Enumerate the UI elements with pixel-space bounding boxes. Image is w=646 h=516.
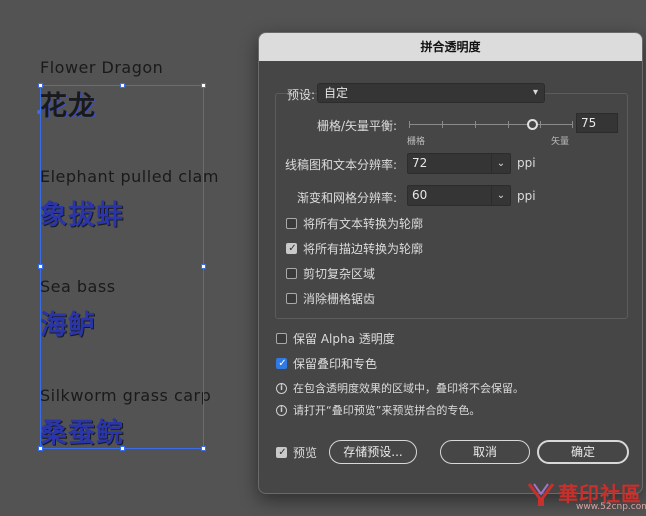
checkmark-icon: ✓: [278, 357, 287, 369]
checkbox-preserve-overprint[interactable]: ✓ 保留叠印和专色: [276, 355, 377, 371]
preset-value: 自定: [324, 86, 349, 100]
balance-slider-track[interactable]: [409, 119, 573, 130]
checkbox-preview[interactable]: ✓ 预览: [276, 444, 317, 460]
selection-handle-bottom-left[interactable]: [38, 446, 43, 451]
line-art-resolution-combo[interactable]: 72 ⌄: [407, 153, 511, 174]
gradient-resolution-combo[interactable]: 60 ⌄: [407, 185, 511, 206]
selection-handle-top-center[interactable]: [120, 83, 125, 88]
selection-handle-bottom-right[interactable]: [201, 446, 206, 451]
checkbox-label: 保留 Alpha 透明度: [293, 331, 395, 346]
slider-tick: [540, 121, 541, 128]
checkbox-convert-text-outlines[interactable]: 将所有文本转换为轮廓: [286, 215, 423, 231]
slider-tick: [409, 121, 410, 128]
gradient-resolution-value: 60: [412, 188, 428, 202]
line-art-unit: ppi: [517, 156, 536, 170]
label-flower-dragon-en: Flower Dragon: [40, 58, 164, 77]
selection-handle-middle-right[interactable]: [201, 264, 206, 269]
watermark-url: www.52cnp.com: [576, 502, 646, 512]
balance-slider-knob[interactable]: [527, 119, 538, 130]
anchor-point: [37, 110, 41, 114]
info-icon: [276, 382, 287, 394]
checkbox-label: 将所有描边转换为轮廓: [303, 241, 424, 256]
slider-tick: [508, 121, 509, 128]
gradient-unit: ppi: [517, 189, 536, 203]
balance-label: 栅格/矢量平衡:: [317, 119, 398, 133]
chevron-down-icon: ▾: [532, 87, 538, 98]
checkbox-box[interactable]: [286, 267, 297, 279]
checkbox-box[interactable]: ✓: [276, 357, 287, 369]
selection-handle-bottom-center[interactable]: [120, 446, 125, 451]
selection-bounding-box[interactable]: [40, 85, 204, 449]
selection-handle-middle-left[interactable]: [38, 264, 43, 269]
checkbox-label: 保留叠印和专色: [293, 356, 378, 371]
checkbox-box[interactable]: [286, 217, 297, 229]
watermark-logo-icon: [527, 483, 555, 506]
checkbox-label: 将所有文本转换为轮廓: [303, 216, 424, 231]
checkbox-box[interactable]: [276, 332, 287, 344]
checkbox-antialias-rasters[interactable]: 消除栅格锯齿: [286, 290, 375, 306]
checkbox-label: 预览: [293, 445, 318, 460]
watermark: 華印社區 www.52cnp.com: [526, 478, 646, 514]
checkbox-label: 剪切复杂区域: [303, 266, 376, 281]
info-text: 请打开“叠印预览”来预览拼合的专色。: [293, 404, 481, 417]
checkbox-box[interactable]: ✓: [276, 446, 287, 458]
chevron-down-icon[interactable]: ⌄: [491, 154, 510, 173]
save-preset-button[interactable]: 存储预设...: [329, 440, 417, 464]
balance-right-label: 矢量: [551, 137, 570, 147]
checkmark-icon: ✓: [288, 242, 297, 254]
info-icon: [276, 404, 287, 416]
balance-left-label: 栅格: [407, 137, 426, 147]
chevron-down-icon[interactable]: ⌄: [491, 186, 510, 205]
info-text: 在包含透明度效果的区域中，叠印将不会保留。: [293, 382, 524, 395]
info-preview-note: 请打开“叠印预览”来预览拼合的专色。: [276, 402, 480, 418]
balance-value-input[interactable]: 75: [576, 113, 618, 133]
selection-handle-top-right[interactable]: [201, 83, 206, 88]
slider-tick: [572, 121, 573, 128]
flatten-transparency-dialog: 拼合透明度 预设: 自定 ▾ 栅格/矢量平衡: 栅格 矢量 75 线稿图和文本分…: [258, 32, 643, 494]
checkbox-box[interactable]: [286, 292, 297, 304]
ok-button[interactable]: 确定: [537, 440, 629, 464]
preset-label: 预设:: [287, 88, 316, 102]
gradient-resolution-label: 渐变和网格分辨率:: [297, 191, 398, 205]
checkbox-clip-complex-regions[interactable]: 剪切复杂区域: [286, 265, 375, 281]
checkbox-preserve-alpha[interactable]: 保留 Alpha 透明度: [276, 330, 395, 346]
checkbox-label: 消除栅格锯齿: [303, 291, 376, 306]
slider-tick: [442, 121, 443, 128]
checkmark-icon: ✓: [278, 446, 287, 458]
slider-tick: [475, 121, 476, 128]
selection-handle-top-left[interactable]: [38, 83, 43, 88]
info-overprint-note: 在包含透明度效果的区域中，叠印将不会保留。: [276, 380, 524, 396]
preset-select[interactable]: 自定 ▾: [317, 83, 545, 103]
line-art-resolution-label: 线稿图和文本分辨率:: [285, 158, 398, 172]
checkbox-box[interactable]: ✓: [286, 242, 297, 254]
dialog-title: 拼合透明度: [259, 33, 642, 61]
cancel-button[interactable]: 取消: [440, 440, 530, 464]
line-art-resolution-value: 72: [412, 156, 428, 170]
checkbox-convert-strokes-outlines[interactable]: ✓ 将所有描边转换为轮廓: [286, 240, 423, 256]
